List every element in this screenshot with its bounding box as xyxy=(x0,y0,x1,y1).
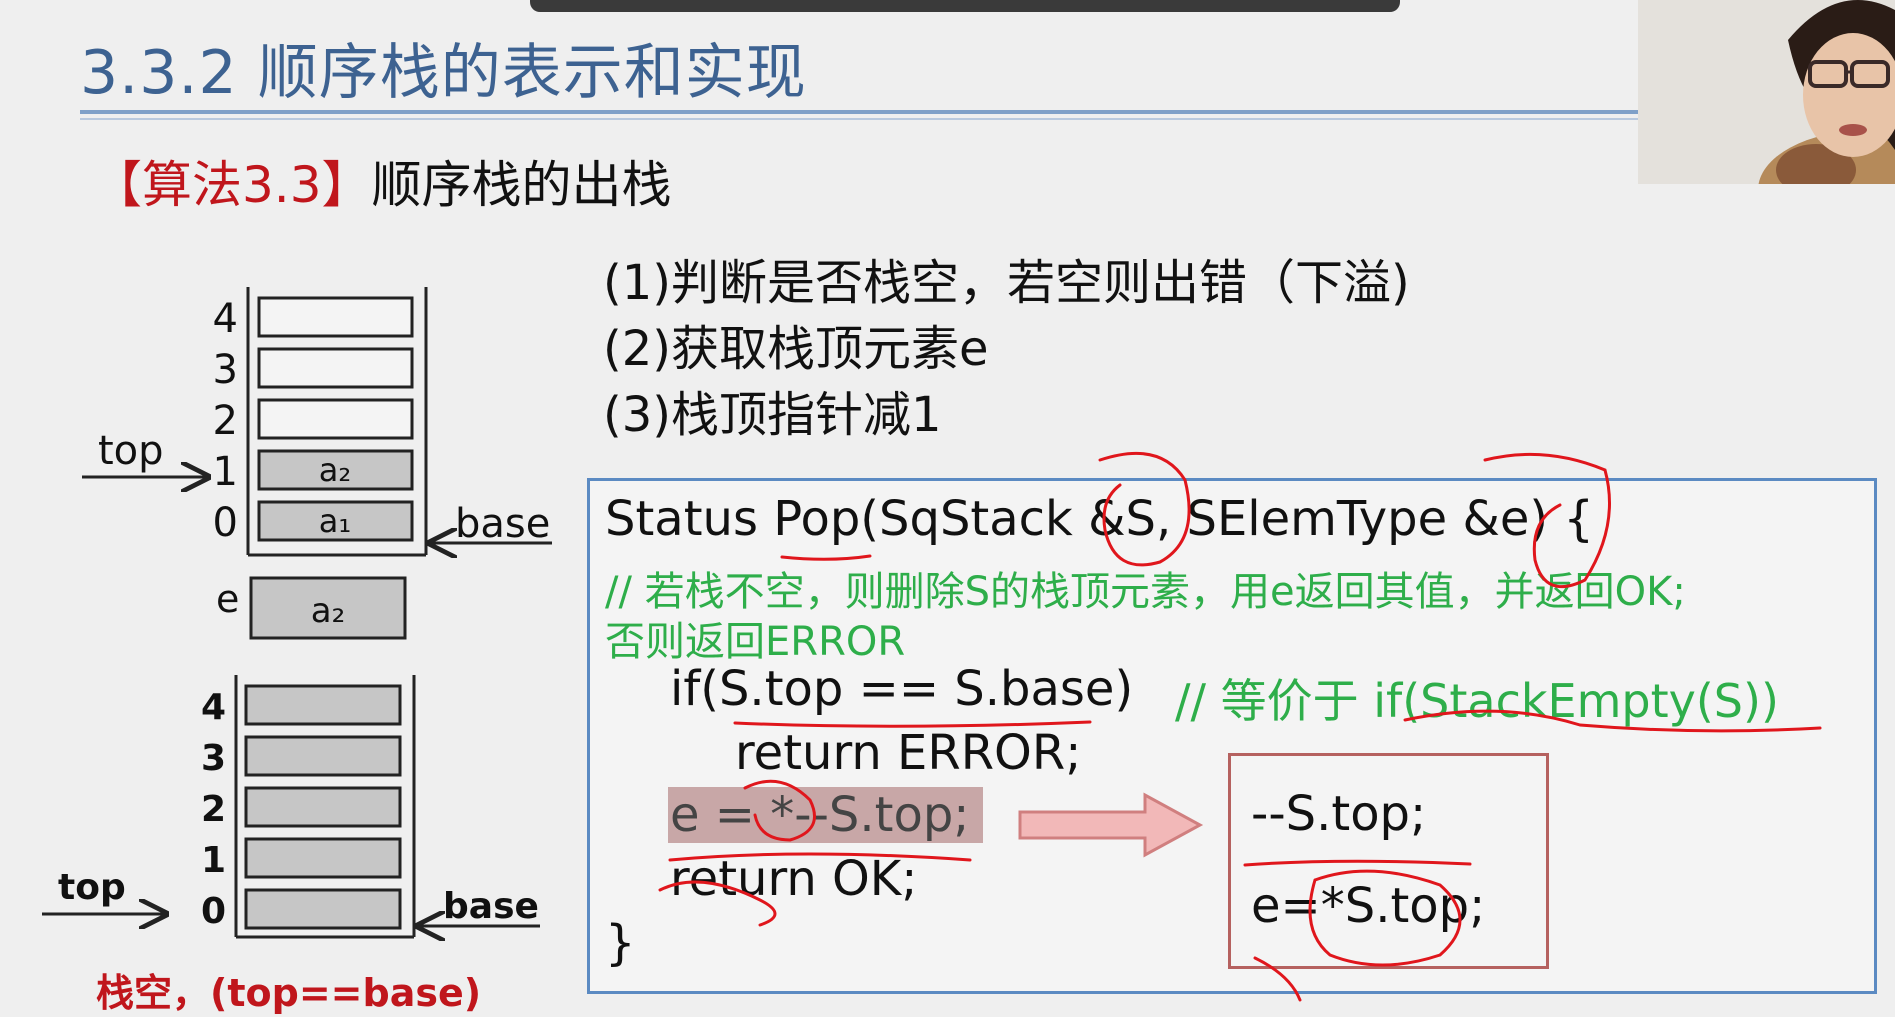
underline-pop xyxy=(780,554,872,561)
underline-return-ok xyxy=(658,880,777,927)
circle-ampersand-e xyxy=(1483,452,1611,589)
underline-if-condition xyxy=(733,720,1092,728)
underline-stackempty xyxy=(1403,709,1822,733)
underline-pop-statement xyxy=(668,852,972,862)
scribble-e xyxy=(1253,956,1302,1002)
circle-deref-assign xyxy=(1308,869,1462,967)
circle-ampersand-s xyxy=(1098,451,1191,567)
ink-annotations xyxy=(658,451,1822,1002)
circle-deref xyxy=(743,779,816,842)
underline-predecrement xyxy=(1243,859,1472,867)
